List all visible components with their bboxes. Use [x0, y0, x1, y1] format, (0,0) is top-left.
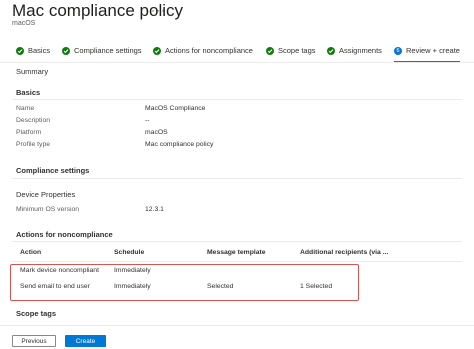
name-label: Name [16, 105, 35, 112]
profile-type-label: Profile type [16, 141, 51, 148]
description-value: -- [145, 117, 150, 124]
column-header-additional-recipients[interactable]: Additional recipients (via ... [300, 249, 388, 256]
compliance-settings-heading: Compliance settings [16, 166, 90, 175]
profile-type-value: Mac compliance policy [145, 141, 214, 148]
minimum-os-value: 12.3.1 [145, 206, 164, 213]
step-basics[interactable]: Basics [16, 40, 50, 61]
previous-button[interactable]: Previous [12, 335, 56, 347]
minimum-os-label: Minimum OS version [16, 206, 80, 213]
basics-heading: Basics [16, 88, 41, 97]
step-review-create[interactable]: 6 Review + create [394, 40, 460, 63]
step-label: Basics [28, 46, 51, 55]
check-circle-icon [62, 46, 70, 55]
step-label: Review + create [406, 46, 460, 55]
step-label: Scope tags [278, 46, 316, 55]
step-actions-for-noncompliance[interactable]: Actions for noncompliance [153, 40, 253, 61]
platform-label: Platform [16, 129, 42, 136]
check-circle-icon [327, 46, 335, 55]
scope-tags-heading: Scope tags [16, 309, 57, 318]
device-properties-heading: Device Properties [16, 190, 76, 199]
check-circle-icon [16, 46, 24, 55]
column-header-schedule[interactable]: Schedule [114, 249, 144, 256]
page-subtitle: macOS [12, 20, 36, 27]
summary-heading: Summary [16, 67, 49, 76]
platform-value: macOS [145, 129, 168, 136]
column-header-action[interactable]: Action [20, 249, 41, 256]
step-label: Actions for noncompliance [165, 46, 253, 55]
wizard-steps: Basics Compliance settings Actions for n… [0, 40, 474, 63]
column-header-message-template[interactable]: Message template [207, 249, 266, 256]
step-number-icon: 6 [394, 46, 402, 55]
description-label: Description [16, 117, 50, 124]
step-label: Assignments [339, 46, 382, 55]
name-value: MacOS Compliance [145, 105, 206, 112]
step-scope-tags[interactable]: Scope tags [266, 40, 316, 61]
check-circle-icon [153, 46, 161, 55]
create-button[interactable]: Create [65, 335, 106, 347]
step-compliance-settings[interactable]: Compliance settings [62, 40, 142, 61]
check-circle-icon [266, 46, 274, 55]
actions-heading: Actions for noncompliance [16, 230, 113, 239]
step-label: Compliance settings [74, 46, 142, 55]
step-assignments[interactable]: Assignments [327, 40, 382, 61]
more-options-icon[interactable]: ··· [151, 3, 166, 17]
highlight-box [10, 264, 359, 301]
